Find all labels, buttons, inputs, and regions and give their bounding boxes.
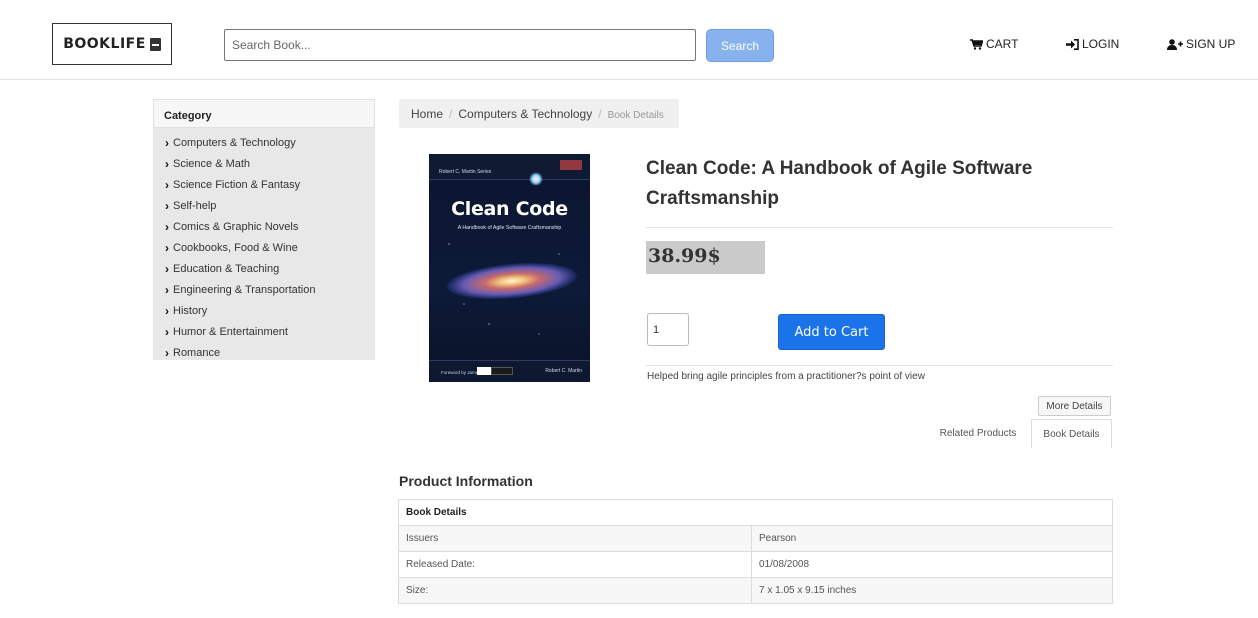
cart-icon (970, 38, 983, 50)
table-cell-label: Issuers (398, 525, 752, 552)
publisher-logo (560, 160, 582, 170)
category-item[interactable]: › Science Fiction & Fantasy (153, 175, 375, 196)
quantity-input[interactable] (647, 313, 689, 346)
category-item[interactable]: › Comics & Graphic Novels (153, 217, 375, 238)
divider (646, 365, 1113, 366)
chevron-right-icon: › (165, 304, 169, 318)
nav-cart-label: CART (986, 37, 1019, 51)
chevron-right-icon: › (165, 262, 169, 276)
chevron-right-icon: › (165, 220, 169, 234)
product-price: 38.99$ (646, 241, 765, 274)
chevron-right-icon: › (165, 199, 169, 213)
nav-cart-link[interactable]: CART (970, 37, 1018, 51)
breadcrumb: Home / Computers & Technology / Book Details (399, 99, 679, 128)
table-header-row: Book Details (398, 499, 1113, 526)
divider (646, 227, 1113, 228)
brand-logo[interactable]: BOOKLIFE (52, 23, 172, 65)
tab-related-products[interactable]: Related Products (928, 419, 1028, 448)
category-heading: Category (153, 99, 375, 128)
tab-book-details[interactable]: Book Details (1031, 419, 1112, 448)
chevron-right-icon: › (165, 346, 169, 360)
chevron-right-icon: › (165, 325, 169, 339)
table-cell-label: Size: (398, 577, 752, 604)
table-row: Issuers Pearson (398, 525, 1113, 552)
table-cell-label: Released Date: (398, 551, 752, 578)
top-navbar: BOOKLIFE Search CART LOGIN SIGN UP (0, 0, 1258, 80)
more-details-button[interactable]: More Details (1038, 396, 1111, 416)
product-title: Clean Code: A Handbook of Agile Software… (646, 158, 1033, 209)
category-item[interactable]: › Engineering & Transportation (153, 280, 375, 301)
cover-title: Clean Code (451, 198, 568, 220)
category-list: › Computers & Technology › Science & Math … (153, 128, 375, 364)
breadcrumb-current: Book Details (607, 110, 664, 121)
category-item[interactable]: › Romance (153, 343, 375, 364)
breadcrumb-home[interactable]: Home (411, 107, 443, 121)
nav-login-link[interactable]: LOGIN (1066, 37, 1119, 51)
cover-subtitle: A Handbook of Agile Software Craftsmansh… (457, 225, 562, 231)
category-item[interactable]: › Computers & Technology (153, 133, 375, 154)
chevron-right-icon: › (165, 283, 169, 297)
book-cover-image: Robert C. Martin Series Clean Code A Han… (429, 154, 590, 382)
search-input[interactable] (224, 29, 696, 61)
chevron-right-icon: › (165, 157, 169, 171)
product-tagline: Helped bring agile principles from a pra… (647, 371, 925, 382)
category-item[interactable]: › History (153, 301, 375, 322)
category-sidebar: Category › Computers & Technology › Scienc… (153, 99, 375, 360)
nav-signup-label: SIGN UP (1186, 37, 1236, 51)
category-item[interactable]: › Humor & Entertainment (153, 322, 375, 343)
category-item[interactable]: › Cookbooks, Food & Wine (153, 238, 375, 259)
book-icon (149, 37, 161, 51)
table-row: Size: 7 x 1.05 x 9.15 inches (398, 577, 1113, 604)
nav-signup-link[interactable]: SIGN UP (1167, 37, 1235, 51)
table-row: Released Date: 01/08/2008 (398, 551, 1113, 578)
category-item[interactable]: › Self-help (153, 196, 375, 217)
table-cell-value: Pearson (751, 525, 1113, 552)
cover-series: Robert C. Martin Series (439, 169, 492, 175)
table-cell-value: 01/08/2008 (751, 551, 1113, 578)
search-button[interactable]: Search (706, 29, 774, 62)
brand-logo-text: BOOKLIFE (63, 36, 146, 52)
nav-login-label: LOGIN (1082, 37, 1120, 51)
chevron-right-icon: › (165, 241, 169, 255)
chevron-right-icon: › (165, 178, 169, 192)
table-header: Book Details (398, 499, 1113, 526)
user-plus-icon (1167, 38, 1183, 50)
product-information-table: Book Details Issuers Pearson Released Da… (398, 499, 1113, 604)
category-item[interactable]: › Education & Teaching (153, 259, 375, 280)
chevron-right-icon: › (165, 136, 169, 150)
cover-author: Robert C. Martin (545, 368, 582, 374)
add-to-cart-button[interactable]: Add to Cart (778, 314, 885, 350)
category-item[interactable]: › Science & Math (153, 154, 375, 175)
breadcrumb-category[interactable]: Computers & Technology (458, 107, 592, 121)
product-information-heading: Product Information (399, 473, 533, 489)
sign-in-icon (1066, 38, 1079, 50)
table-cell-value: 7 x 1.05 x 9.15 inches (751, 577, 1113, 604)
